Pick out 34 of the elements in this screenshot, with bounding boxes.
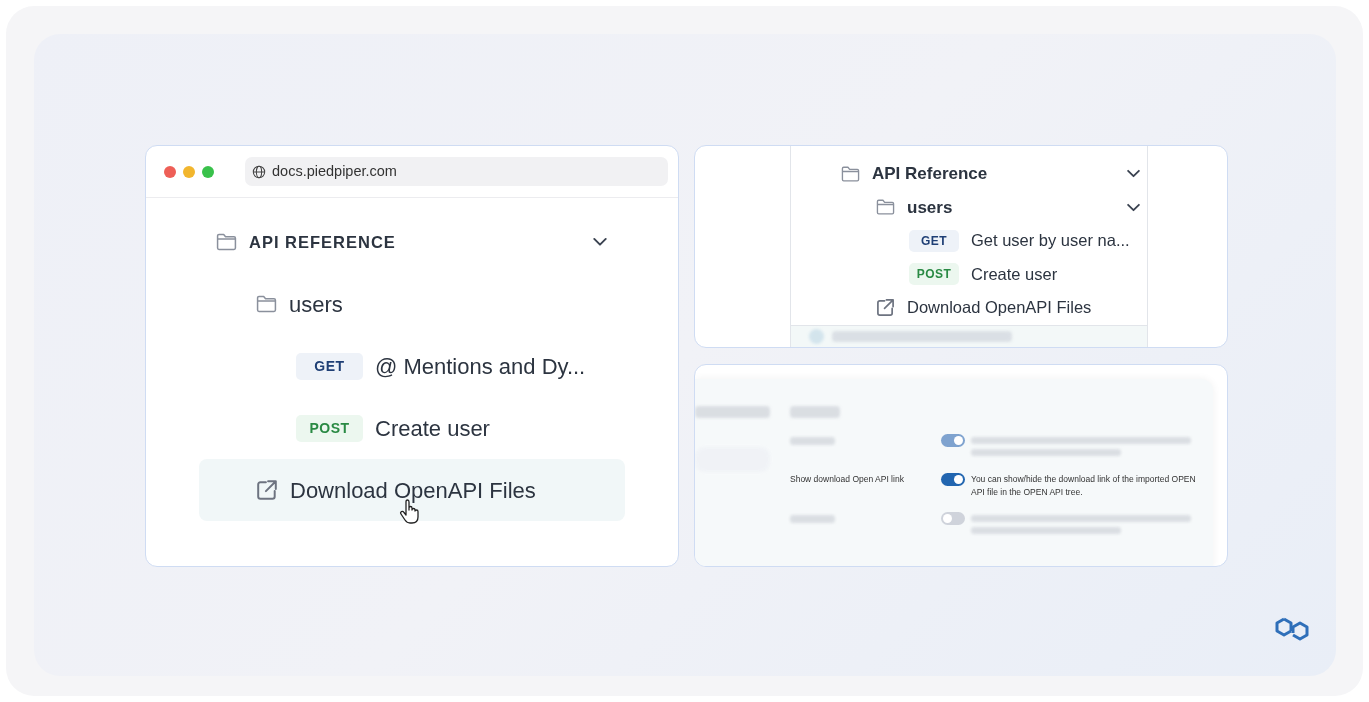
folder-label[interactable]: users <box>907 194 953 220</box>
globe-icon <box>252 164 266 179</box>
window-dot <box>183 165 195 178</box>
section-title[interactable]: API Reference <box>872 161 988 187</box>
window-dot <box>202 165 214 178</box>
toggle-switch[interactable] <box>941 473 965 486</box>
endpoint-link[interactable]: Create user <box>375 411 490 445</box>
toggle-switch[interactable] <box>941 434 965 447</box>
method-badge: POST <box>909 263 959 286</box>
folder-icon <box>876 199 895 216</box>
toggle-switch[interactable] <box>941 512 965 525</box>
blurred-heading-bar <box>790 405 840 418</box>
method-badge: POST <box>296 414 363 442</box>
endpoint-link[interactable]: Create user <box>971 261 1058 287</box>
folder-label[interactable]: users <box>289 287 343 321</box>
external-link-icon <box>256 479 278 501</box>
download-link[interactable]: Download OpenAPI Files <box>907 295 1092 321</box>
folder-icon <box>256 295 277 313</box>
setting-description: You can show/hide the download link of the imported OPEN API file in the OPEN API tree. <box>971 473 1196 499</box>
setting-label: Show download Open API link <box>790 473 905 486</box>
external-link-icon <box>876 298 895 318</box>
endpoint-link[interactable]: @ Mentions and Dy... <box>375 349 586 383</box>
download-link[interactable]: Download OpenAPI Files <box>199 459 625 521</box>
blurred-label-bar <box>790 515 835 523</box>
method-badge: GET <box>296 352 363 380</box>
section-title[interactable]: API REFERENCE <box>249 229 396 255</box>
method-badge: GET <box>909 229 959 252</box>
blurred-label-bar <box>790 437 835 445</box>
window-dot <box>164 165 176 178</box>
address-bar[interactable]: docs.piedpiper.com <box>245 157 668 186</box>
blurred-globe-icon <box>809 328 824 344</box>
folder-icon <box>841 165 860 182</box>
endpoint-link[interactable]: Get user by user na... <box>971 228 1130 254</box>
folder-icon <box>216 233 237 251</box>
